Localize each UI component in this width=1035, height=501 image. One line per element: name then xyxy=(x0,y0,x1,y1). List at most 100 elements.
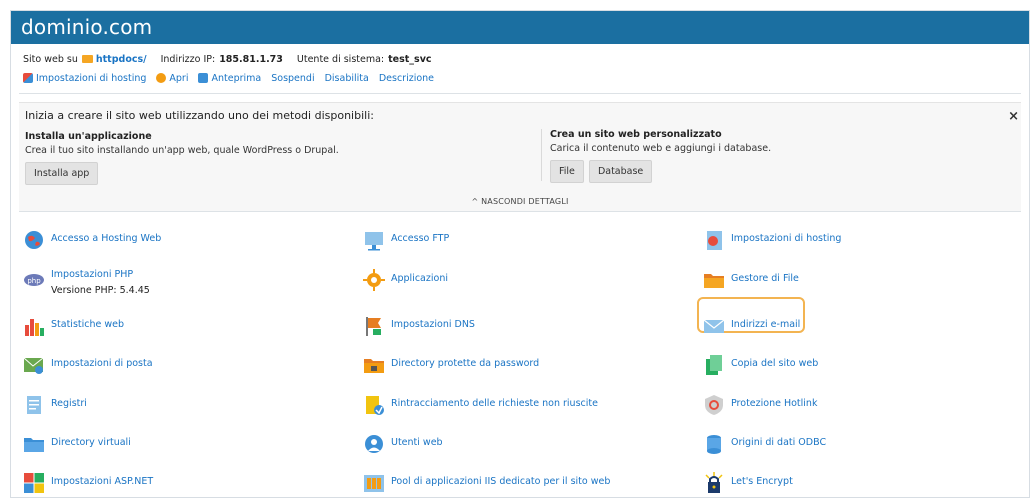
tool-failed-request-tracing[interactable]: Rintracciamento delle richieste non rius… xyxy=(363,394,598,416)
ip-label: Indirizzo IP: xyxy=(160,53,216,65)
windows-icon xyxy=(23,472,45,494)
settings-icon xyxy=(23,73,33,83)
tool-virtual-directories[interactable]: Directory virtuali xyxy=(23,433,131,455)
tool-label: Protezione Hotlink xyxy=(731,398,818,409)
tool-label: Indirizzi e-mail xyxy=(731,319,801,330)
tool-odbc-data-sources[interactable]: Origini di dati ODBC xyxy=(703,433,826,455)
tool-label: Registri xyxy=(51,398,87,409)
tool-ftp-access[interactable]: Accesso FTP xyxy=(363,229,449,251)
dns-icon xyxy=(363,315,385,337)
tool-label: Impostazioni ASP.NET xyxy=(51,476,154,487)
mail-settings-icon xyxy=(23,354,45,376)
logs-icon xyxy=(23,394,45,416)
open-label: Apri xyxy=(169,72,189,84)
site-actions: Impostazioni di hosting Apri Anteprima S… xyxy=(11,66,1029,86)
tool-label: Impostazioni PHP xyxy=(51,269,134,280)
tool-label: Utenti web xyxy=(391,437,443,448)
open-icon xyxy=(156,73,167,83)
hosting-settings-label: Impostazioni di hosting xyxy=(36,72,147,84)
hosting-settings-link[interactable]: Impostazioni di hosting xyxy=(23,73,146,84)
tool-email-addresses[interactable]: Indirizzi e-mail xyxy=(703,315,800,337)
database-icon xyxy=(703,433,725,455)
globe-icon xyxy=(23,229,45,251)
locked-folder-icon xyxy=(363,354,385,376)
user-value: test_svc xyxy=(388,53,432,65)
site-label: Sito web su xyxy=(23,53,78,65)
svg-text:php: php xyxy=(27,277,41,285)
site-folder-link[interactable]: httpdocs/ xyxy=(96,54,147,65)
tool-applications[interactable]: Applicazioni xyxy=(363,269,448,291)
domain-title: dominio.com xyxy=(11,11,1029,44)
hide-details-link[interactable]: ^ NASCONDI DETTAGLI xyxy=(19,197,1021,206)
install-app-heading: Installa un'applicazione xyxy=(25,131,152,142)
disable-link[interactable]: Disabilita xyxy=(325,73,369,84)
tool-aspnet-settings[interactable]: Impostazioni ASP.NET xyxy=(23,472,153,494)
php-icon: php xyxy=(23,269,45,291)
envelope-icon xyxy=(703,315,725,337)
tool-hosting-settings[interactable]: Impostazioni di hosting xyxy=(703,229,841,251)
tool-iis-app-pool[interactable]: Pool di applicazioni IIS dedicato per il… xyxy=(363,472,610,494)
preview-icon xyxy=(198,73,209,83)
tool-php-settings[interactable]: php Impostazioni PHP Versione PHP: 5.4.4… xyxy=(23,269,150,296)
tool-label: Impostazioni di posta xyxy=(51,358,153,369)
site-panel: dominio.com Sito web su httpdocs/ Indiri… xyxy=(10,10,1030,498)
hotlink-icon xyxy=(703,394,725,416)
tool-label: Origini di dati ODBC xyxy=(731,437,827,448)
lock-icon xyxy=(703,472,725,494)
suspend-link[interactable]: Sospendi xyxy=(271,73,314,84)
tool-label: Impostazioni DNS xyxy=(391,319,475,330)
tool-web-hosting-access[interactable]: Accesso a Hosting Web xyxy=(23,229,161,251)
tool-lets-encrypt[interactable]: Let's Encrypt xyxy=(703,472,793,494)
get-started-panel: Inizia a creare il sito web utilizzando … xyxy=(19,102,1021,212)
tool-label: Statistiche web xyxy=(51,319,125,330)
divider xyxy=(19,211,1021,212)
tool-web-statistics[interactable]: Statistiche web xyxy=(23,315,124,337)
ftp-icon xyxy=(363,229,385,251)
request-trace-icon xyxy=(363,394,385,416)
tool-website-copy[interactable]: Copia del sito web xyxy=(703,354,818,376)
ip-value: 185.81.1.73 xyxy=(219,53,283,65)
tool-label: Directory virtuali xyxy=(51,437,131,448)
file-manager-icon xyxy=(703,269,725,291)
tool-label: Gestore di File xyxy=(731,273,799,284)
custom-site-section: Crea un sito web personalizzato Carica i… xyxy=(541,129,772,183)
site-info-bar: Sito web su httpdocs/ Indirizzo IP: 185.… xyxy=(11,44,1029,66)
install-app-text: Crea il tuo sito installando un'app web,… xyxy=(25,145,339,156)
tool-label: Impostazioni di hosting xyxy=(731,233,842,244)
gear-icon xyxy=(363,269,385,291)
tool-file-manager[interactable]: Gestore di File xyxy=(703,269,799,291)
open-link[interactable]: Apri xyxy=(156,73,188,84)
install-app-section: Installa un'applicazione Crea il tuo sit… xyxy=(25,131,339,185)
tool-label: Accesso a Hosting Web xyxy=(51,233,162,244)
install-app-button[interactable]: Installa app xyxy=(25,162,99,185)
hosting-settings-icon xyxy=(703,229,725,251)
close-icon[interactable]: × xyxy=(1008,109,1019,124)
database-button[interactable]: Database xyxy=(588,160,653,183)
tool-hotlink-protection[interactable]: Protezione Hotlink xyxy=(703,394,817,416)
copy-site-icon xyxy=(703,354,725,376)
tool-mail-settings[interactable]: Impostazioni di posta xyxy=(23,354,153,376)
folder-icon xyxy=(23,433,45,455)
tool-label: Directory protette da password xyxy=(391,358,540,369)
tool-label: Let's Encrypt xyxy=(731,476,793,487)
tool-logs[interactable]: Registri xyxy=(23,394,87,416)
folder-icon xyxy=(81,55,93,63)
promo-title: Inizia a creare il sito web utilizzando … xyxy=(25,109,374,122)
tool-protected-directories[interactable]: Directory protette da password xyxy=(363,354,539,376)
custom-site-text: Carica il contenuto web e aggiungi i dat… xyxy=(550,143,772,154)
divider xyxy=(19,93,1021,94)
user-label: Utente di sistema: xyxy=(296,53,385,65)
tool-web-users[interactable]: Utenti web xyxy=(363,433,443,455)
tool-label: Applicazioni xyxy=(391,273,448,284)
bar-chart-icon xyxy=(23,315,45,337)
file-button[interactable]: File xyxy=(550,160,584,183)
preview-link[interactable]: Anteprima xyxy=(198,73,261,84)
php-version: Versione PHP: 5.4.45 xyxy=(51,285,150,296)
description-link[interactable]: Descrizione xyxy=(379,73,434,84)
custom-site-heading: Crea un sito web personalizzato xyxy=(550,129,722,140)
tool-label: Copia del sito web xyxy=(731,358,819,369)
tool-label: Accesso FTP xyxy=(391,233,450,244)
app-pool-icon xyxy=(363,472,385,494)
tool-dns-settings[interactable]: Impostazioni DNS xyxy=(363,315,475,337)
web-users-icon xyxy=(363,433,385,455)
